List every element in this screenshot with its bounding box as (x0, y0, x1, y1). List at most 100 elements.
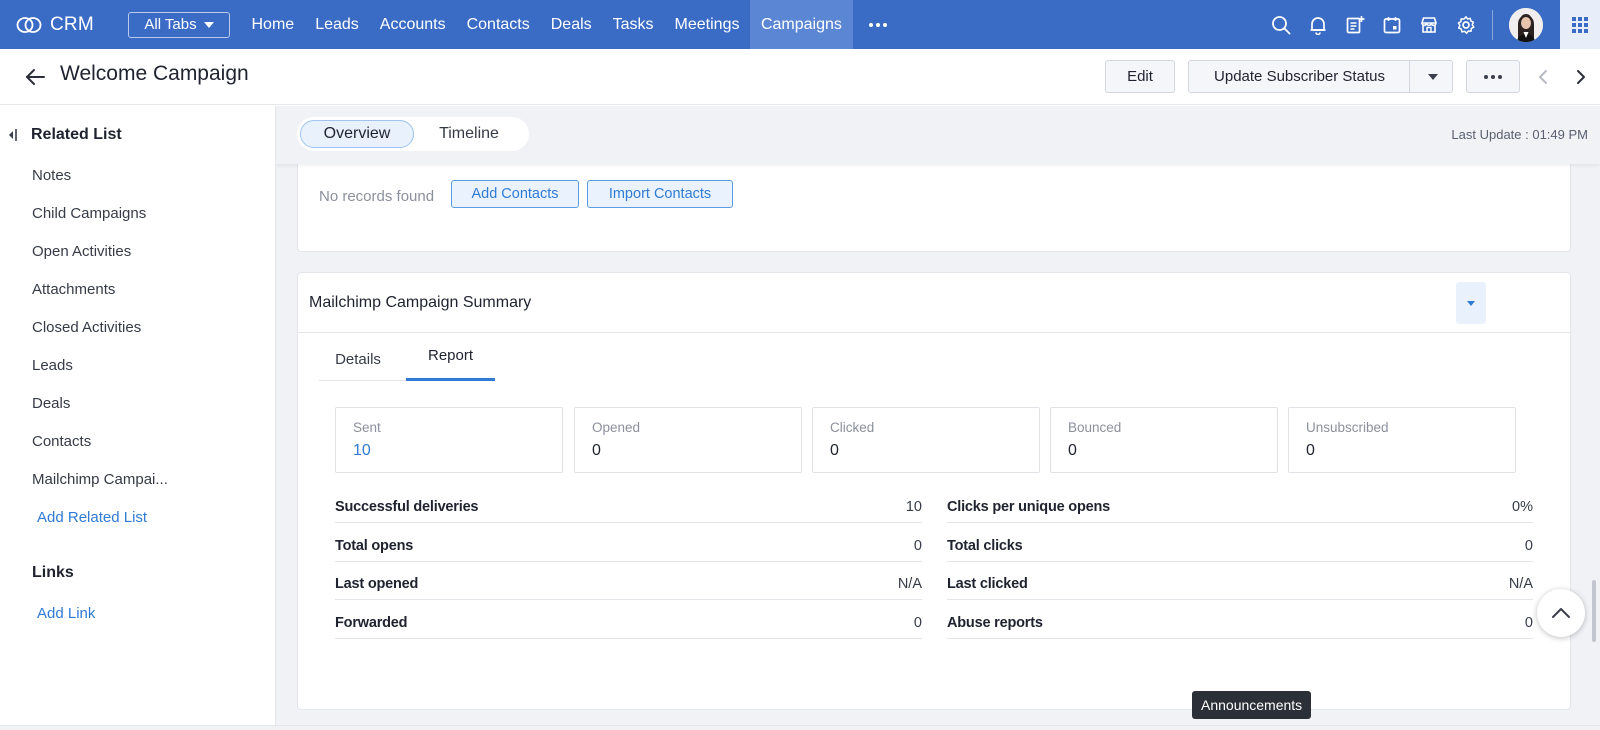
metric-row: Forwarded 0 (335, 613, 922, 639)
view-tabs: Overview Timeline (297, 117, 529, 151)
update-subscriber-status-button[interactable]: Update Subscriber Status (1188, 60, 1453, 93)
nav-tab-deals[interactable]: Deals (540, 0, 602, 49)
links-title: Links (32, 564, 74, 581)
more-actions-button[interactable] (1466, 60, 1520, 93)
nav-tab-home[interactable]: Home (241, 0, 305, 49)
metric-value: 0 (1524, 538, 1533, 554)
nav-tab-contacts[interactable]: Contacts (456, 0, 540, 49)
mailchimp-summary-card: Mailchimp Campaign Summary Details Repor… (297, 272, 1571, 710)
update-subscriber-status-label: Update Subscriber Status (1214, 68, 1385, 85)
vertical-scrollbar[interactable] (1592, 580, 1596, 642)
search-icon[interactable] (1262, 0, 1299, 49)
summary-header: Mailchimp Campaign Summary (298, 273, 1570, 333)
nav-tab-leads[interactable]: Leads (305, 0, 370, 49)
back-arrow-icon[interactable] (22, 65, 48, 89)
user-avatar[interactable] (1509, 7, 1543, 42)
metric-value: N/A (1508, 576, 1533, 592)
announcements-tooltip: Announcements (1192, 691, 1312, 719)
stat-value: 0 (592, 442, 601, 459)
sidebar-item-mailchimp-campaigns[interactable]: Mailchimp Campai... (32, 471, 168, 488)
record-title: Welcome Campaign (60, 62, 249, 85)
sidebar-item-closed-activities[interactable]: Closed Activities (32, 319, 141, 336)
all-tabs-label: All Tabs (144, 16, 197, 33)
add-link-link[interactable]: Add Link (37, 605, 95, 622)
related-list-sidebar: Related List Notes Child Campaigns Open … (0, 106, 276, 730)
crm-logo-icon (16, 16, 42, 33)
import-contacts-button[interactable]: Import Contacts (587, 180, 733, 208)
summary-tabs: Details Report (319, 333, 495, 381)
calendar-icon[interactable] (1373, 0, 1410, 49)
metric-label: Clicks per unique opens (947, 499, 1110, 515)
metric-label: Successful deliveries (335, 499, 479, 515)
stat-bounced: Bounced 0 (1050, 407, 1278, 473)
metric-row: Clicks per unique opens 0% (947, 497, 1533, 523)
stat-opened: Opened 0 (574, 407, 802, 473)
stat-value: 0 (830, 442, 839, 459)
module-tabs: Home Leads Accounts Contacts Deals Tasks… (241, 0, 904, 49)
sidebar-item-attachments[interactable]: Attachments (32, 281, 115, 298)
split-divider (1409, 61, 1410, 92)
metric-value: N/A (897, 576, 922, 592)
stat-value-link[interactable]: 10 (353, 442, 371, 460)
overview-subheader: Overview Timeline Last Update : 01:49 PM (276, 106, 1600, 164)
nav-tab-tasks[interactable]: Tasks (602, 0, 664, 49)
add-contacts-button[interactable]: Add Contacts (451, 180, 579, 208)
marketplace-icon[interactable] (1410, 0, 1447, 49)
stat-sent: Sent 10 (335, 407, 563, 473)
metric-value: 0 (913, 615, 922, 631)
nav-tab-meetings[interactable]: Meetings (664, 0, 750, 49)
metric-row: Abuse reports 0 (947, 613, 1533, 639)
edit-button[interactable]: Edit (1105, 60, 1175, 93)
tab-timeline[interactable]: Timeline (414, 120, 524, 148)
sidebar-item-deals[interactable]: Deals (32, 395, 70, 412)
metric-label: Total opens (335, 538, 414, 554)
nav-tab-campaigns[interactable]: Campaigns (749, 0, 853, 49)
last-update-text: Last Update : 01:49 PM (1451, 127, 1588, 142)
sidebar-item-open-activities[interactable]: Open Activities (32, 243, 131, 260)
top-icons (1262, 0, 1543, 49)
add-related-list-link[interactable]: Add Related List (37, 509, 147, 526)
nav-divider (1492, 9, 1493, 40)
sidebar-item-leads[interactable]: Leads (32, 357, 73, 374)
bottom-bar (0, 725, 1600, 730)
sidebar-item-child-campaigns[interactable]: Child Campaigns (32, 205, 146, 222)
stat-clicked: Clicked 0 (812, 407, 1040, 473)
summary-title: Mailchimp Campaign Summary (309, 294, 532, 311)
add-note-icon[interactable] (1336, 0, 1373, 49)
metric-row: Last opened N/A (335, 574, 922, 600)
sidebar-item-contacts[interactable]: Contacts (32, 433, 91, 450)
scroll-to-top-button[interactable] (1537, 589, 1585, 637)
apps-grid-icon[interactable] (1560, 0, 1600, 49)
chevron-down-icon[interactable] (1428, 74, 1438, 80)
metric-label: Last clicked (947, 576, 1028, 592)
no-records-text: No records found (319, 188, 435, 205)
bell-icon[interactable] (1299, 0, 1336, 49)
all-tabs-dropdown[interactable]: All Tabs (128, 11, 230, 38)
related-list-header: Related List (8, 126, 122, 144)
crm-logo[interactable]: CRM (16, 14, 111, 36)
chevron-up-icon (1552, 608, 1570, 618)
contacts-section: No records found Add Contacts Import Con… (297, 164, 1571, 252)
previous-record-icon[interactable] (1532, 66, 1554, 88)
settings-icon[interactable] (1447, 0, 1484, 49)
nav-tab-accounts[interactable]: Accounts (369, 0, 456, 49)
stat-label: Bounced (1068, 420, 1122, 435)
tab-details[interactable]: Details (319, 335, 397, 383)
metric-row: Successful deliveries 10 (335, 497, 922, 523)
stat-label: Clicked (830, 420, 875, 435)
collapse-sidebar-icon[interactable] (8, 127, 18, 143)
stat-value: 0 (1306, 442, 1315, 459)
chevron-down-icon (203, 21, 214, 28)
top-nav-bar: CRM All Tabs Home Leads Accounts Contact… (0, 0, 1600, 49)
metric-value: 0 (913, 538, 922, 554)
more-tabs-icon[interactable] (853, 0, 904, 49)
next-record-icon[interactable] (1570, 66, 1592, 88)
collapse-toggle-icon[interactable] (1456, 282, 1486, 324)
tab-report[interactable]: Report (406, 333, 495, 381)
stat-unsubscribed: Unsubscribed 0 (1288, 407, 1516, 473)
tab-overview[interactable]: Overview (300, 120, 414, 148)
metric-label: Abuse reports (947, 615, 1043, 631)
stat-value: 0 (1068, 442, 1077, 459)
sidebar-item-notes[interactable]: Notes (32, 167, 71, 184)
metric-label: Last opened (335, 576, 419, 592)
